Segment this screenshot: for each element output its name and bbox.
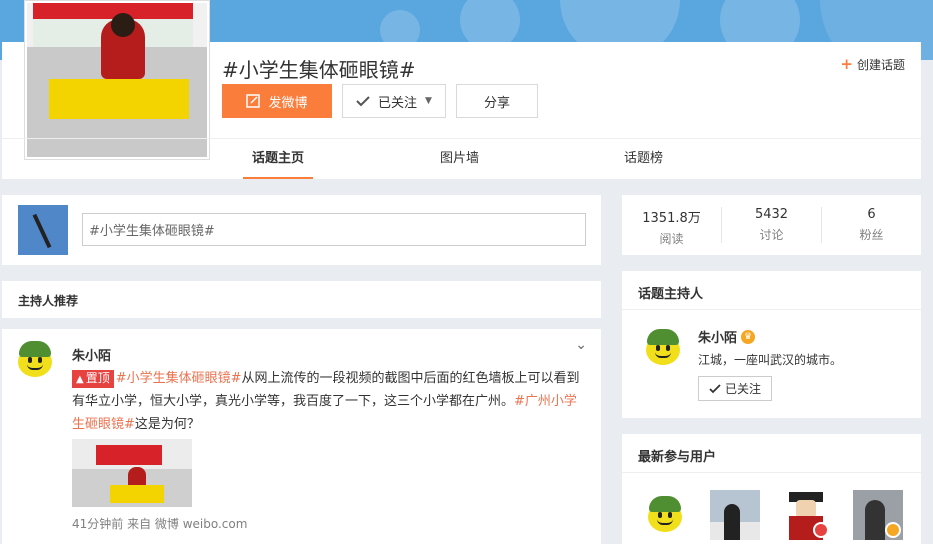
topic-cover-image bbox=[24, 0, 210, 160]
edit-icon bbox=[246, 94, 261, 108]
check-icon bbox=[356, 96, 370, 107]
stat-discussions: 5432 讨论 bbox=[722, 207, 821, 243]
stat-fans: 6 粉丝 bbox=[822, 207, 921, 243]
latest-users-panel: 最新参与用户 bbox=[622, 434, 921, 544]
verified-badge-icon bbox=[813, 522, 829, 538]
host-follow-button[interactable]: 已关注 bbox=[698, 376, 772, 401]
plus-icon: + bbox=[840, 55, 853, 73]
chevron-down-icon: ▼ bbox=[425, 96, 432, 106]
host-bio: 江城，一座叫武汉的城市。 bbox=[698, 353, 843, 367]
tab-photo-wall[interactable]: 图片墙 bbox=[440, 139, 479, 179]
share-label: 分享 bbox=[483, 95, 510, 111]
post-image[interactable] bbox=[72, 439, 192, 507]
crown-icon: ♛ bbox=[741, 329, 756, 344]
share-button[interactable]: 分享 bbox=[456, 84, 538, 118]
tab-topic-ranking[interactable]: 话题榜 bbox=[624, 139, 663, 179]
host-avatar[interactable] bbox=[646, 329, 680, 365]
chevron-down-icon[interactable]: ⌄ bbox=[575, 337, 587, 353]
post-composer bbox=[2, 195, 601, 265]
feed-post: 朱小陌 ⌄ ▲ 置顶 #小学生集体砸眼镜#从网上流传的一段视频的截图中后面的红色墙板… bbox=[2, 329, 601, 544]
avatar[interactable] bbox=[18, 205, 68, 255]
post-body-text: 这是为何？ bbox=[134, 417, 200, 432]
tab-topic-home[interactable]: 话题主页 bbox=[243, 139, 313, 179]
divider bbox=[622, 309, 921, 310]
user-avatar[interactable] bbox=[781, 490, 831, 540]
stat-reads: 1351.8万 阅读 bbox=[622, 207, 721, 247]
stat-label: 阅读 bbox=[659, 232, 684, 246]
topic-title: #小学生集体砸眼镜# bbox=[222, 58, 416, 82]
topic-tabs: 话题主页 图片墙 话题榜 bbox=[2, 138, 921, 179]
topic-header: #小学生集体砸眼镜# + 创建话题 发微博 已关注 ▼ 分享 话题主页 图片墙 … bbox=[2, 0, 921, 179]
user-avatar[interactable] bbox=[640, 490, 690, 540]
host-name[interactable]: 朱小陌 ♛ bbox=[698, 327, 756, 346]
pinned-badge: ▲ 置顶 bbox=[72, 370, 114, 388]
create-topic-link[interactable]: + 创建话题 bbox=[840, 55, 905, 73]
post-meta: 41分钟前 来自 微博 weibo.com bbox=[72, 517, 248, 531]
stat-label: 讨论 bbox=[759, 228, 784, 242]
check-icon bbox=[709, 383, 721, 393]
hashtag-link[interactable]: #小学生集体砸眼镜# bbox=[116, 371, 242, 386]
section-title: 话题主持人 bbox=[638, 287, 704, 302]
user-avatar[interactable] bbox=[710, 490, 760, 540]
post-weibo-button[interactable]: 发微博 bbox=[222, 84, 332, 118]
post-text: ▲ 置顶 #小学生集体砸眼镜#从网上流传的一段视频的截图中后面的红色墙板上可以看到有… bbox=[72, 367, 584, 436]
section-title: 最新参与用户 bbox=[638, 450, 717, 465]
post-weibo-label: 发微博 bbox=[268, 95, 308, 111]
stat-value: 1351.8万 bbox=[642, 211, 701, 226]
stat-value: 5432 bbox=[754, 207, 789, 222]
host-recommend-header: 主持人推荐 bbox=[2, 281, 601, 318]
create-topic-label: 创建话题 bbox=[856, 57, 905, 72]
host-name-text: 朱小陌 bbox=[698, 331, 738, 346]
stat-label: 粉丝 bbox=[859, 228, 884, 242]
section-title: 主持人推荐 bbox=[18, 294, 79, 308]
post-author-name[interactable]: 朱小陌 bbox=[72, 345, 111, 364]
follow-topic-label: 已关注 bbox=[378, 95, 418, 111]
verified-badge-icon bbox=[885, 522, 901, 538]
stat-value: 6 bbox=[867, 207, 876, 222]
topic-host-panel: 话题主持人 朱小陌 ♛ 江城，一座叫武汉的城市。 已关注 bbox=[622, 271, 921, 418]
topic-stats: 1351.8万 阅读 5432 讨论 6 粉丝 bbox=[622, 195, 921, 255]
pin-arrow-icon: ▲ bbox=[76, 374, 84, 385]
composer-input[interactable] bbox=[82, 213, 586, 246]
divider bbox=[622, 472, 921, 473]
user-avatar[interactable] bbox=[853, 490, 903, 540]
follow-topic-button[interactable]: 已关注 ▼ bbox=[342, 84, 446, 118]
author-avatar[interactable] bbox=[18, 341, 52, 377]
host-follow-label: 已关注 bbox=[724, 382, 761, 396]
